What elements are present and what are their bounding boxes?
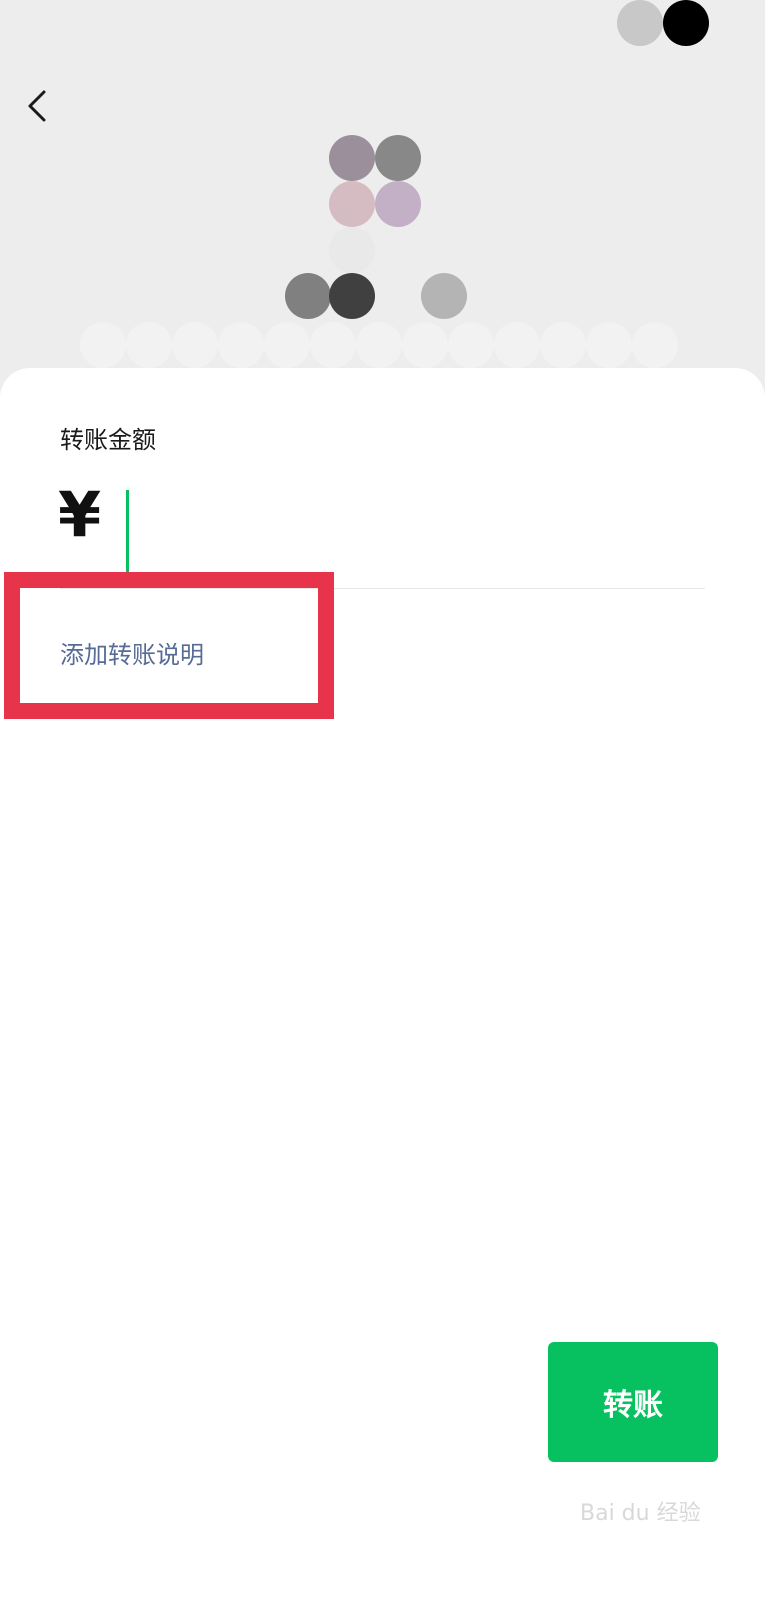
amount-input[interactable] (124, 488, 690, 574)
currency-symbol: ¥ (58, 478, 102, 551)
chevron-left-icon (28, 90, 46, 122)
text-cursor (126, 490, 129, 572)
amount-label: 转账金额 (60, 426, 156, 454)
transfer-button[interactable]: 转账 (548, 1342, 718, 1462)
status-dot (617, 0, 663, 46)
watermark: Bai du 经验 (580, 1501, 701, 1526)
avatar-base-decoration (80, 322, 680, 368)
status-bar-indicators (617, 0, 717, 46)
recipient-avatar (285, 135, 485, 335)
add-transfer-note-link[interactable]: 添加转账说明 (60, 635, 204, 670)
status-dot (663, 0, 709, 46)
back-button[interactable] (20, 86, 54, 126)
